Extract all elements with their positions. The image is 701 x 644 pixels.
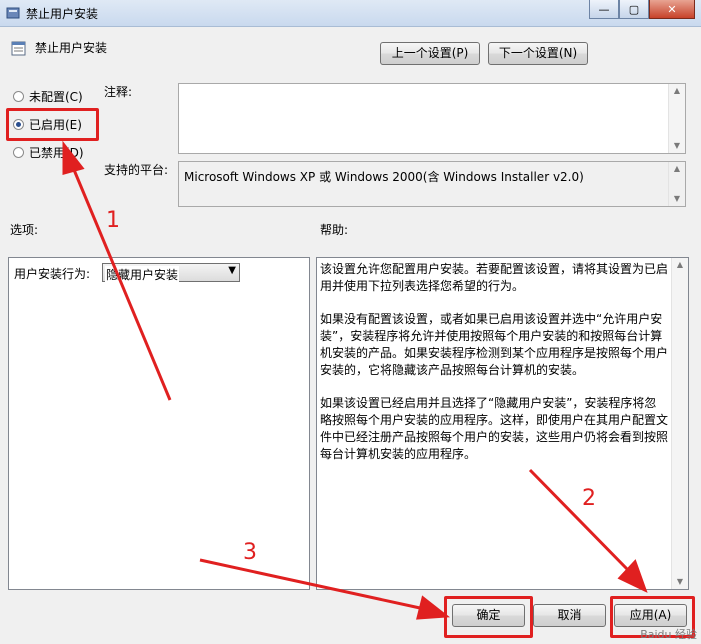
annotation-number-1: 1 bbox=[106, 208, 120, 233]
annotation-number-2: 2 bbox=[582, 486, 596, 511]
arrow-2 bbox=[528, 468, 630, 572]
watermark: Baidu 经验 bbox=[640, 628, 697, 641]
annotation-arrows bbox=[62, 140, 648, 620]
annotation-number-3: 3 bbox=[243, 540, 257, 565]
arrow-1 bbox=[70, 164, 172, 401]
arrow-3 bbox=[199, 558, 421, 610]
arrow-3-head bbox=[416, 595, 450, 620]
arrow-1-head bbox=[62, 140, 85, 175]
